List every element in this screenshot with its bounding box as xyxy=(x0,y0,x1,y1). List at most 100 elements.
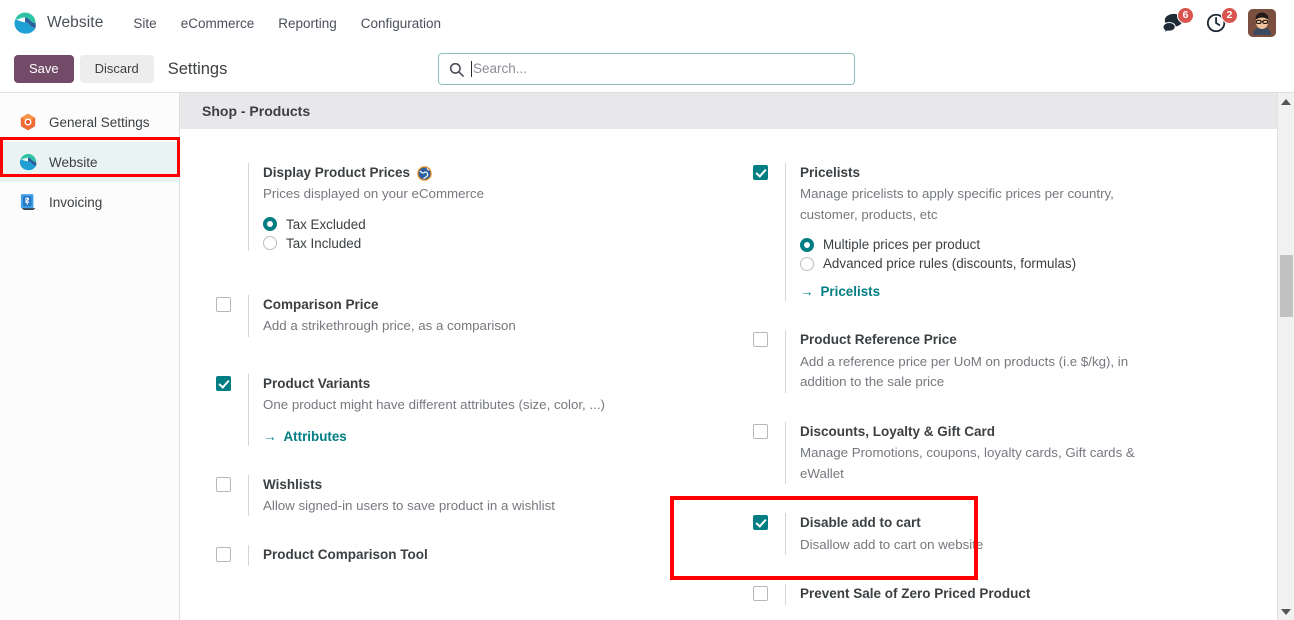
arrow-right-icon: → xyxy=(800,284,814,300)
sidebar-item-general-settings[interactable]: General Settings xyxy=(0,102,179,142)
setting-control-slot xyxy=(753,513,785,555)
wishlists-checkbox[interactable] xyxy=(216,476,231,492)
menu-item-ecommerce[interactable]: eCommerce xyxy=(169,10,267,37)
radio-tax-included-input[interactable] xyxy=(263,236,277,251)
setting-disable-add-to-cart: Disable add to cart Disallow add to cart… xyxy=(753,513,1276,556)
page-title: Settings xyxy=(167,59,228,78)
sidebar-item-website[interactable]: Website xyxy=(0,142,179,182)
save-button[interactable]: Save xyxy=(14,54,74,84)
setting-title-label: Display Product Prices xyxy=(263,165,411,180)
setting-control-slot xyxy=(753,163,785,301)
setting-product-reference-price: Product Reference Price Add a reference … xyxy=(753,330,1276,393)
activities-badge: 2 xyxy=(1221,7,1238,24)
setting-description: Add a reference price per UoM on product… xyxy=(800,353,1129,390)
sidebar-item-invoicing[interactable]: Invoicing xyxy=(0,182,179,222)
settings-column-right: Pricelists Manage pricelists to apply sp… xyxy=(737,163,1294,620)
top-navbar: Website Site eCommerce Reporting Configu… xyxy=(0,0,1294,46)
setting-control-slot xyxy=(216,295,248,337)
scroll-up-button[interactable] xyxy=(1278,93,1294,110)
chevron-down-icon xyxy=(1281,608,1291,615)
globe-icon xyxy=(417,165,432,181)
setting-text: Product Variants One product might have … xyxy=(248,373,719,446)
control-panel: Save Discard Settings Search... xyxy=(0,46,1294,93)
product-reference-price-checkbox[interactable] xyxy=(753,332,768,348)
search-input[interactable]: Search... xyxy=(438,53,855,85)
disable-add-to-cart-checkbox[interactable] xyxy=(753,515,768,531)
activities-button[interactable]: 2 xyxy=(1204,7,1238,36)
setting-description: Add a strikethrough price, as a comparis… xyxy=(263,318,516,334)
radio-label: Tax Included xyxy=(286,235,362,251)
arrow-right-icon: → xyxy=(263,428,277,444)
setting-description: Manage Promotions, coupons, loyalty card… xyxy=(800,445,1135,481)
setting-comparison-price: Comparison Price Add a strikethrough pri… xyxy=(216,294,719,337)
pricelists-checkbox[interactable] xyxy=(753,165,768,180)
settings-gear-icon xyxy=(20,113,36,131)
radio-multiple-prices[interactable]: Multiple prices per product xyxy=(800,237,1276,252)
setting-text: Discounts, Loyalty & Gift Card Manage Pr… xyxy=(785,421,1276,485)
setting-text: Wishlists Allow signed-in users to save … xyxy=(248,474,719,517)
setting-control-slot xyxy=(753,584,785,604)
setting-control-slot xyxy=(753,422,785,484)
setting-title: Display Product Prices xyxy=(263,163,719,183)
radio-advanced-price-rules[interactable]: Advanced price rules (discounts, formula… xyxy=(800,256,1276,271)
sidebar-item-label: General Settings xyxy=(49,114,150,130)
user-avatar[interactable] xyxy=(1248,9,1276,37)
pricelists-link[interactable]: → Pricelists xyxy=(800,284,880,299)
brand-home-link[interactable]: Website xyxy=(12,10,103,36)
setting-title: Product Reference Price xyxy=(800,332,957,348)
setting-control-slot xyxy=(216,163,248,251)
website-icon xyxy=(19,153,37,171)
text-caret xyxy=(471,61,472,77)
setting-text: Prevent Sale of Zero Priced Product xyxy=(785,584,1276,605)
radio-advanced-price-rules-input[interactable] xyxy=(800,256,814,271)
website-logo-icon xyxy=(14,12,36,34)
discounts-loyalty-checkbox[interactable] xyxy=(753,423,768,439)
setting-title: Product Variants xyxy=(263,375,371,391)
menu-item-configuration[interactable]: Configuration xyxy=(349,10,453,37)
setting-title: Disable add to cart xyxy=(800,515,921,531)
settings-body: General Settings Website Invoicing Shop … xyxy=(0,93,1294,620)
section-title-shop-products: Shop - Products xyxy=(180,93,1294,129)
comparison-price-checkbox[interactable] xyxy=(216,296,231,312)
messages-badge: 6 xyxy=(1177,7,1194,24)
setting-text: Product Reference Price Add a reference … xyxy=(785,330,1276,393)
menu-item-reporting[interactable]: Reporting xyxy=(266,10,349,37)
setting-title: Prevent Sale of Zero Priced Product xyxy=(800,586,1031,602)
radio-tax-included[interactable]: Tax Included xyxy=(263,236,719,251)
scroll-down-button[interactable] xyxy=(1278,603,1294,620)
setting-control-slot xyxy=(216,475,248,517)
setting-product-variants: Product Variants One product might have … xyxy=(216,373,719,446)
sidebar-item-label: Invoicing xyxy=(49,194,103,210)
setting-text: Disable add to cart Disallow add to cart… xyxy=(785,513,1276,556)
setting-control-slot xyxy=(753,330,785,392)
setting-text: Display Product Prices Prices displayed … xyxy=(248,163,719,251)
setting-control-slot xyxy=(216,374,248,446)
radio-label: Multiple prices per product xyxy=(823,237,981,253)
settings-grid: Display Product Prices Prices displayed … xyxy=(180,129,1294,620)
messages-button[interactable]: 6 xyxy=(1160,7,1194,36)
setting-description: Manage pricelists to apply specific pric… xyxy=(800,186,1114,222)
setting-text: Pricelists Manage pricelists to apply sp… xyxy=(785,163,1276,302)
avatar-image xyxy=(1248,9,1276,37)
setting-discounts-loyalty-gift-card: Discounts, Loyalty & Gift Card Manage Pr… xyxy=(753,421,1276,485)
setting-description: Disallow add to cart on website xyxy=(800,536,984,552)
navbar-right-icons: 6 2 xyxy=(1160,7,1280,37)
radio-tax-excluded-input[interactable] xyxy=(263,217,277,232)
product-variants-checkbox[interactable] xyxy=(216,375,231,391)
radio-tax-excluded[interactable]: Tax Excluded xyxy=(263,217,719,232)
radio-multiple-prices-input[interactable] xyxy=(800,237,814,252)
radio-label: Advanced price rules (discounts, formula… xyxy=(823,256,1077,272)
discard-button[interactable]: Discard xyxy=(79,54,154,84)
attributes-link[interactable]: → Attributes xyxy=(263,429,347,444)
setting-title: Wishlists xyxy=(263,476,323,492)
link-label: Pricelists xyxy=(820,284,881,300)
setting-description: Allow signed-in users to save product in… xyxy=(263,497,555,513)
scrollbar-thumb[interactable] xyxy=(1280,255,1293,317)
setting-title: Pricelists xyxy=(800,165,861,180)
menu-item-site[interactable]: Site xyxy=(121,10,168,37)
product-comparison-tool-checkbox[interactable] xyxy=(216,547,231,563)
vertical-scrollbar[interactable] xyxy=(1277,93,1294,620)
prevent-zero-priced-checkbox[interactable] xyxy=(753,586,768,602)
settings-sidebar: General Settings Website Invoicing xyxy=(0,93,180,620)
setting-pricelists: Pricelists Manage pricelists to apply sp… xyxy=(753,163,1276,302)
